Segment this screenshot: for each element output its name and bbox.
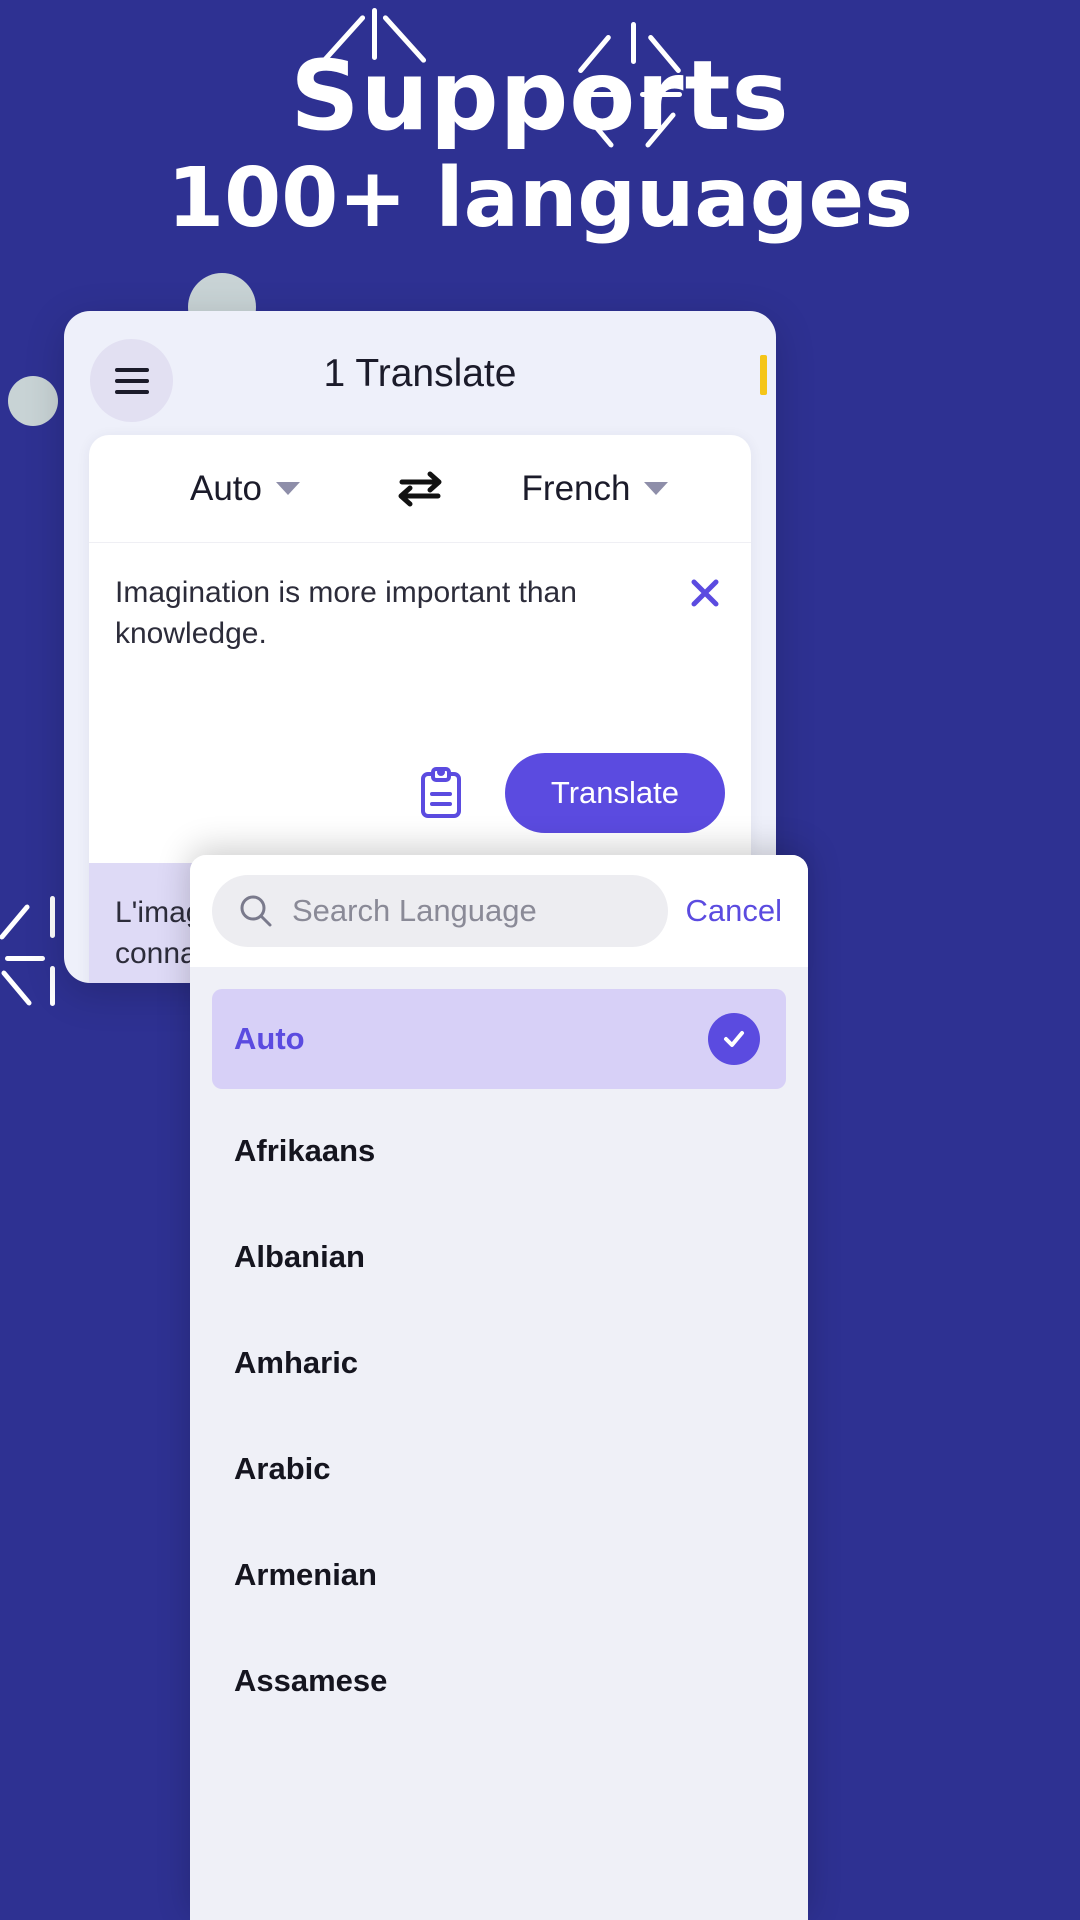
target-language-dropdown[interactable]: French [465,469,725,509]
language-name: Assamese [234,1663,388,1698]
language-list-item[interactable]: Auto [212,989,786,1089]
source-text-value: Imagination is more important than knowl… [115,576,577,650]
language-name: Armenian [234,1557,377,1592]
language-name: Afrikaans [234,1133,376,1168]
headline: Supports 100+ languages [0,48,1080,255]
paste-clipboard-button[interactable] [413,765,469,821]
sparkle-ray [631,22,636,64]
language-list: Auto Afrikaans Albanian Amharic Arabic A… [190,989,808,1729]
bookmark-accent-icon[interactable] [760,355,767,395]
clipboard-icon [420,767,461,818]
chevron-down-icon [644,482,669,495]
target-language-label: French [521,468,631,508]
headline-line-1: Supports [290,40,790,152]
language-search-bar: Search Language Cancel [190,855,808,967]
sparkle-ray [50,966,55,1006]
clear-text-button[interactable] [681,569,729,617]
translate-button[interactable]: Translate [504,753,725,833]
cancel-button[interactable]: Cancel [686,893,787,929]
language-list-item[interactable]: Amharic [190,1315,808,1411]
language-list-item[interactable]: Afrikaans [190,1103,808,1199]
sparkle-ray [320,14,367,64]
language-picker-sheet: Search Language Cancel Auto Afrikaans Al… [190,855,808,1920]
language-name: Arabic [234,1451,331,1486]
sparkle-ray [5,956,45,961]
sparkle-ray [582,111,615,149]
source-text-area[interactable]: Imagination is more important than knowl… [89,543,751,753]
sparkle-ray [50,896,55,938]
source-language-dropdown[interactable]: Auto [115,469,375,509]
sparkle-ray [372,8,377,60]
decorative-circle [8,376,58,426]
search-icon [240,895,272,927]
sparkle-ray [584,92,626,97]
source-language-label: Auto [190,468,262,508]
sparkle-ray [647,34,682,74]
sparkle-ray [0,903,31,941]
headline-line-2: 100+ languages [167,151,913,246]
chevron-down-icon [276,482,300,495]
language-selector-row: Auto French [89,435,751,543]
language-list-item[interactable]: Arabic [190,1421,808,1517]
swap-arrows-icon [398,471,442,506]
language-list-item[interactable]: Armenian [190,1527,808,1623]
check-circle-icon [708,1013,760,1065]
close-icon [691,579,719,607]
app-header: 1 Translate [64,311,776,436]
sparkle-ray [644,111,677,149]
translate-actions: Translate [89,753,751,863]
language-name: Albanian [234,1239,365,1274]
sparkle-ray [577,34,612,74]
search-placeholder: Search Language [292,893,537,928]
language-name: Auto [234,1021,305,1056]
sparkle-ray [381,14,428,64]
language-name: Amharic [234,1345,359,1380]
language-list-item[interactable]: Assamese [190,1633,808,1729]
app-title: 1 Translate [323,352,517,395]
sparkle-ray [0,969,33,1007]
language-list-item[interactable]: Albanian [190,1209,808,1305]
swap-languages-button[interactable] [375,469,465,509]
search-language-input[interactable]: Search Language [212,875,668,947]
sparkle-ray [640,92,682,97]
